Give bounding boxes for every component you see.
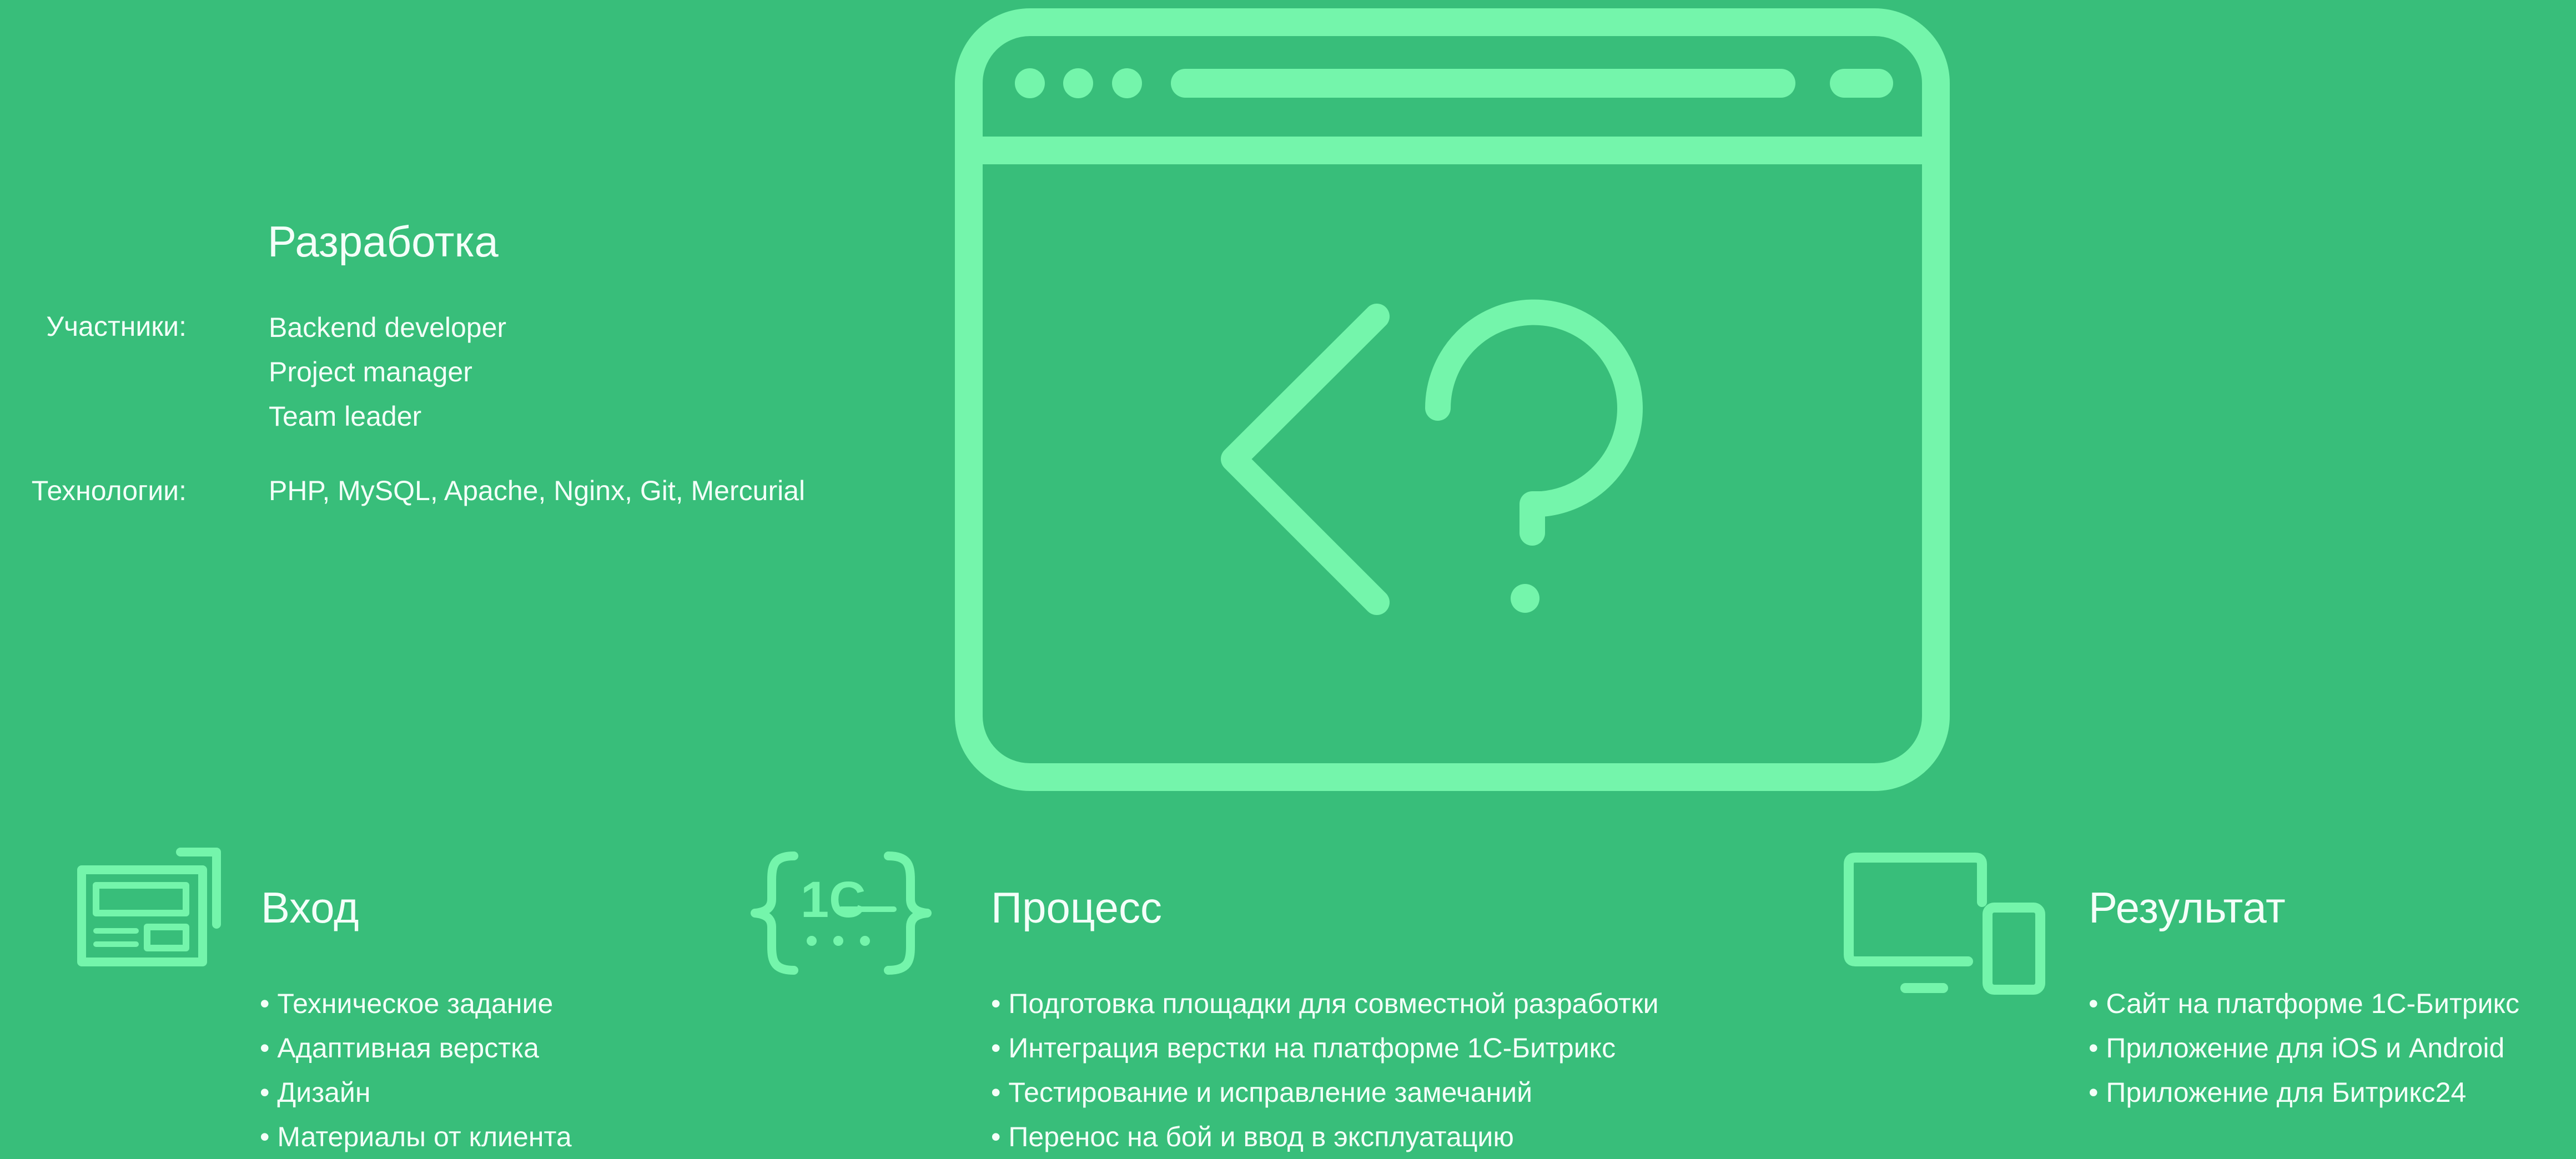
process-title: Процесс (991, 883, 1163, 932)
1c-code-icon: 1C (751, 851, 932, 975)
input-item: • Техническое задание (260, 988, 554, 1019)
logo-1c-text: 1C (801, 871, 866, 928)
result-item: • Приложение для iOS и Android (2089, 1032, 2505, 1064)
technologies-label: Технологии: (31, 475, 187, 506)
participant-item: Team leader (269, 401, 422, 432)
desktop-and-phone-icon (1844, 853, 2045, 995)
input-item: • Дизайн (260, 1077, 371, 1108)
process-list: • Подготовка площадки для совместной раз… (991, 981, 1659, 1159)
input-item: • Материалы от клиента (260, 1121, 572, 1152)
result-item: • Сайт на платформе 1С-Битрикс (2089, 988, 2519, 1019)
technologies-value: PHP, MySQL, Apache, Nginx, Git, Mercuria… (269, 475, 806, 506)
document-layout-icon (77, 848, 221, 966)
participants-list: Backend developer Project manager Team l… (269, 305, 506, 439)
result-list: • Сайт на платформе 1С-Битрикс • Приложе… (2089, 981, 2519, 1115)
process-item: • Перенос на бой и ввод в эксплуатацию (991, 1121, 1514, 1152)
process-item: • Подготовка площадки для совместной раз… (991, 988, 1659, 1019)
result-item: • Приложение для Битрикс24 (2089, 1077, 2467, 1108)
process-item: • Тестирование и исправление замечаний (991, 1077, 1533, 1108)
input-list: • Техническое задание • Адаптивная верст… (260, 981, 572, 1159)
participant-item: Backend developer (269, 312, 507, 343)
participant-item: Project manager (269, 356, 472, 387)
browser-code-question-icon (955, 8, 1950, 791)
input-title: Вход (261, 883, 359, 932)
development-title: Разработка (268, 217, 499, 266)
process-item: • Интеграция верстки на платформе 1С-Бит… (991, 1032, 1616, 1064)
participants-label: Участники: (46, 311, 187, 342)
result-title: Результат (2089, 883, 2286, 932)
input-item: • Адаптивная верстка (260, 1032, 539, 1064)
